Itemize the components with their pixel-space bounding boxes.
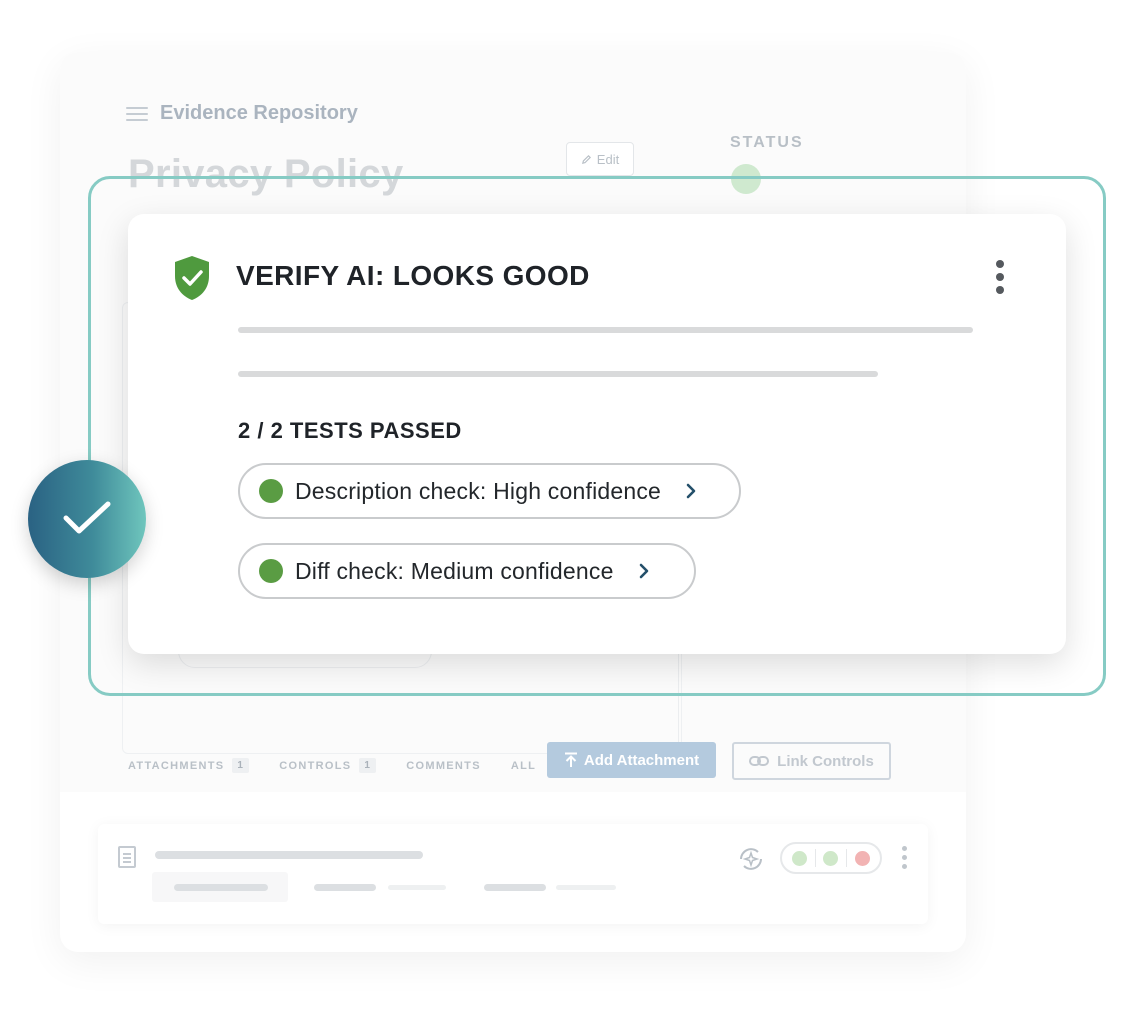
- attachment-row[interactable]: [98, 824, 928, 924]
- chevron-right-icon: [639, 563, 648, 579]
- kebab-icon[interactable]: [996, 260, 1006, 299]
- verify-title: VERIFY AI: LOOKS GOOD: [236, 260, 590, 291]
- status-dot: [823, 850, 839, 866]
- tab-controls-label: CONTROLS: [279, 759, 352, 772]
- add-attachment-button[interactable]: Add Attachment: [547, 742, 716, 778]
- pass-dot: [259, 559, 283, 583]
- tab-attachments-label: ATTACHMENTS: [128, 759, 225, 772]
- upload-icon: [564, 752, 577, 767]
- placeholder-line: [238, 327, 973, 333]
- tab-controls[interactable]: CONTROLS 1: [279, 758, 377, 773]
- add-attachment-label: Add Attachment: [583, 751, 700, 769]
- status-dot: [791, 850, 807, 866]
- tab-all[interactable]: ALL: [511, 760, 536, 772]
- status-dots-pill: [780, 842, 882, 874]
- list-icon: [126, 106, 148, 122]
- sparkle-refresh-icon[interactable]: [736, 844, 766, 874]
- skeleton-line: [556, 885, 616, 890]
- count-badge: 1: [359, 758, 377, 773]
- description-check-pill[interactable]: Description check: High confidence: [238, 463, 741, 519]
- verify-ai-card: VERIFY AI: LOOKS GOOD 2 / 2 TESTS PASSED…: [128, 214, 1066, 654]
- check-icon: [63, 501, 111, 534]
- tab-all-label: ALL: [510, 759, 537, 772]
- shield-check-icon: [175, 256, 209, 300]
- edit-icon: [581, 154, 591, 164]
- placeholder-line: [238, 371, 878, 377]
- tab-attachments[interactable]: ATTACHMENTS 1: [128, 758, 250, 773]
- chevron-right-icon: [686, 483, 696, 499]
- diff-check-pill[interactable]: Diff check: Medium confidence: [238, 543, 696, 599]
- status-label: STATUS: [730, 134, 804, 151]
- skeleton-line: [314, 884, 376, 891]
- check-label: Diff check: Medium confidence: [295, 557, 614, 584]
- breadcrumb-label[interactable]: Evidence Repository: [160, 102, 358, 125]
- tab-bar: ATTACHMENTS 1 CONTROLS 1 COMMENTS ALL: [128, 758, 536, 773]
- count-badge: 1: [232, 758, 250, 773]
- document-icon: [118, 846, 136, 868]
- row-kebab-icon[interactable]: [902, 846, 908, 873]
- verified-badge: [28, 460, 146, 578]
- breadcrumb[interactable]: Evidence Repository: [126, 102, 358, 125]
- tests-summary: 2 / 2 TESTS PASSED: [238, 418, 462, 443]
- link-icon: [749, 756, 770, 766]
- tab-comments-label: COMMENTS: [406, 759, 481, 772]
- skeleton-line: [388, 885, 446, 890]
- skeleton-line: [484, 884, 546, 891]
- tab-comments[interactable]: COMMENTS: [406, 760, 481, 772]
- link-controls-button[interactable]: Link Controls: [732, 742, 891, 780]
- status-dot: [855, 850, 871, 866]
- skeleton-line: [174, 884, 268, 891]
- link-controls-label: Link Controls: [777, 752, 874, 770]
- check-label: Description check: High confidence: [295, 477, 662, 504]
- pass-dot: [259, 479, 283, 503]
- skeleton-line: [155, 851, 423, 859]
- edit-button[interactable]: Edit: [566, 142, 634, 176]
- edit-label: Edit: [596, 151, 620, 167]
